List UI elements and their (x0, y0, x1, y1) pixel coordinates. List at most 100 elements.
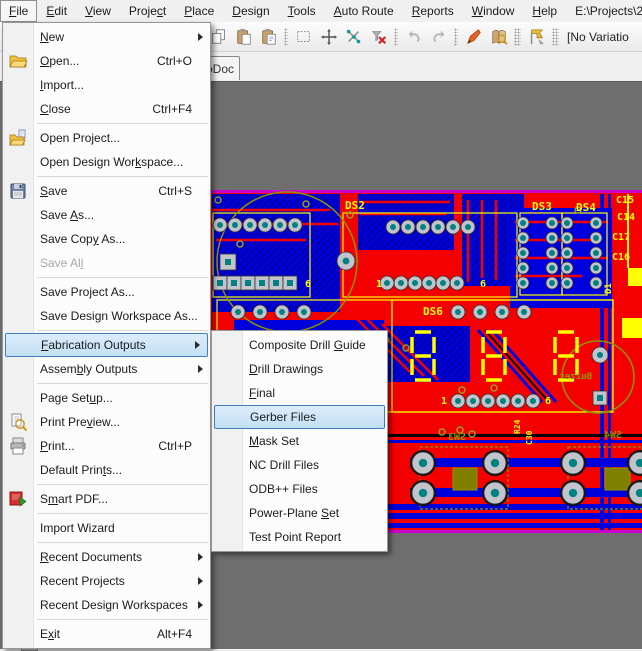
menubar: FileEditViewProjectPlaceDesignToolsAuto … (0, 0, 642, 22)
svg-text:Buzzer: Buzzer (559, 372, 592, 382)
menu-item-new[interactable]: New (3, 25, 210, 49)
menubar-item-tools[interactable]: Tools (279, 0, 325, 22)
paste-icon[interactable] (231, 25, 256, 49)
menu-item-save[interactable]: SaveCtrl+S (3, 179, 210, 203)
menubar-item-window[interactable]: Window (463, 0, 524, 22)
menu-item-label: Fabrication Outputs (41, 338, 146, 352)
svg-text:C30: C30 (525, 430, 534, 445)
menu-item-label: Import Wizard (40, 521, 115, 535)
menu-item-label: Print... (40, 439, 75, 453)
menubar-item-project[interactable]: Project (120, 0, 175, 22)
menu-item-label: Save All (40, 256, 83, 270)
menu-separator (37, 277, 208, 278)
menu-item-import-wizard[interactable]: Import Wizard (3, 516, 210, 540)
save-icon (8, 181, 28, 201)
svg-text:6: 6 (480, 279, 486, 290)
menu-item-label: Import... (40, 78, 84, 92)
menu-item-print[interactable]: Print... Ctrl+P (3, 434, 210, 458)
submenu-arrow-icon (198, 577, 203, 585)
menu-item-shortcut: Ctrl+O (157, 54, 204, 68)
svg-text:DS4: DS4 (576, 201, 596, 214)
menu-item-power-plane-set[interactable]: Power-Plane Set (212, 501, 387, 525)
interactive-routing-icon[interactable] (461, 25, 486, 49)
menu-item-composite-drill-guide[interactable]: Composite Drill Guide (212, 333, 387, 357)
svg-text:R24: R24 (513, 419, 522, 434)
menu-item-drill-drawings[interactable]: Drill Drawings (212, 357, 387, 381)
menu-item-recent-documents[interactable]: Recent Documents (3, 545, 210, 569)
redo-icon[interactable] (426, 25, 451, 49)
menu-item-default-prints[interactable]: Default Prints... (3, 458, 210, 482)
menu-item-label: Close (40, 102, 71, 116)
svg-text:C17: C17 (612, 232, 630, 243)
variant-combobox[interactable]: [No Variatio (562, 30, 629, 44)
menu-item-label: Assembly Outputs (40, 362, 137, 376)
submenu-arrow-icon (198, 33, 203, 41)
svg-text:1: 1 (376, 279, 382, 290)
menu-item-test-point-report[interactable]: Test Point Report (212, 525, 387, 549)
menu-item-open-project[interactable]: Open Project... (3, 126, 210, 150)
clear-filter-icon[interactable] (366, 25, 391, 49)
menu-item-label: Save Copy As... (40, 232, 125, 246)
cross-select-icon[interactable] (524, 25, 549, 49)
svg-text:SW4: SW4 (604, 430, 622, 441)
menu-item-save-all[interactable]: Save All (3, 251, 210, 275)
menubar-item-view[interactable]: View (76, 0, 120, 22)
svg-text:DS3: DS3 (532, 200, 552, 213)
move-icon[interactable] (316, 25, 341, 49)
menu-item-final[interactable]: Final (212, 381, 387, 405)
menu-item-shortcut: Ctrl+P (158, 439, 204, 453)
menu-item-save-design-workspace-as[interactable]: Save Design Workspace As... (3, 304, 210, 328)
undo-icon[interactable] (401, 25, 426, 49)
menu-item-label: Print Preview... (40, 415, 120, 429)
menu-item-save-project-as[interactable]: Save Project As... (3, 280, 210, 304)
select-rect-icon[interactable] (291, 25, 316, 49)
menu-item-recent-projects[interactable]: Recent Projects (3, 569, 210, 593)
svg-text:C14: C14 (617, 212, 635, 223)
menu-item-import[interactable]: Import... (3, 73, 210, 97)
menu-separator (37, 484, 208, 485)
menu-item-fabrication-outputs[interactable]: Fabrication Outputs (5, 333, 208, 357)
menu-item-label: Save (40, 184, 67, 198)
menu-item-label: Save As... (40, 208, 94, 222)
menu-item-mask-set[interactable]: Mask Set (212, 429, 387, 453)
svg-text:6: 6 (305, 279, 311, 290)
menu-item-smart-pdf[interactable]: Smart PDF... (3, 487, 210, 511)
svg-text:D1: D1 (604, 283, 614, 294)
toolbar-grip (394, 28, 398, 46)
menu-item-odb-files[interactable]: ODB++ Files (212, 477, 387, 501)
menu-item-label: Open... (40, 54, 79, 68)
menu-item-save-copy-as[interactable]: Save Copy As... (3, 227, 210, 251)
menubar-item-help[interactable]: Help (523, 0, 566, 22)
submenu-arrow-icon (198, 365, 203, 373)
paste-special-icon[interactable] (256, 25, 281, 49)
submenu-arrow-icon (198, 553, 203, 561)
menu-item-close[interactable]: CloseCtrl+F4 (3, 97, 210, 121)
browse-components-icon[interactable] (486, 25, 511, 49)
menu-item-label: Composite Drill Guide (249, 338, 366, 352)
menu-item-assembly-outputs[interactable]: Assembly Outputs (3, 357, 210, 381)
menu-item-nc-drill-files[interactable]: NC Drill Files (212, 453, 387, 477)
menubar-item-edit[interactable]: Edit (37, 0, 76, 22)
menu-item-gerber-files[interactable]: Gerber Files (214, 405, 385, 429)
menu-item-recent-design-workspaces[interactable]: Recent Design Workspaces (3, 593, 210, 617)
toolbar-grip (284, 28, 288, 46)
menu-item-label: Test Point Report (249, 530, 341, 544)
menubar-items: FileEditViewProjectPlaceDesignToolsAuto … (0, 0, 566, 22)
menu-item-exit[interactable]: ExitAlt+F4 (3, 622, 210, 646)
menubar-right-group: E:\Projects\2013\ (566, 0, 642, 22)
menu-item-print-preview[interactable]: Print Preview... (3, 410, 210, 434)
break-track-icon[interactable] (341, 25, 366, 49)
menubar-item-place[interactable]: Place (175, 0, 223, 22)
menu-item-save-as[interactable]: Save As... (3, 203, 210, 227)
svg-text:C16: C16 (612, 252, 630, 263)
menu-item-page-setup[interactable]: Page Setup... (3, 386, 210, 410)
menu-item-open-design-workspace[interactable]: Open Design Workspace... (3, 150, 210, 174)
menu-item-open[interactable]: Open... Ctrl+O (3, 49, 210, 73)
menubar-item-design[interactable]: Design (223, 0, 278, 22)
menu-item-label: Default Prints... (40, 463, 122, 477)
menubar-item-reports[interactable]: Reports (403, 0, 463, 22)
project-path: E:\Projects\2013\ (572, 4, 642, 18)
menu-item-label: New (40, 30, 64, 44)
menubar-item-file[interactable]: File (0, 0, 37, 22)
menubar-item-auto-route[interactable]: Auto Route (325, 0, 403, 22)
